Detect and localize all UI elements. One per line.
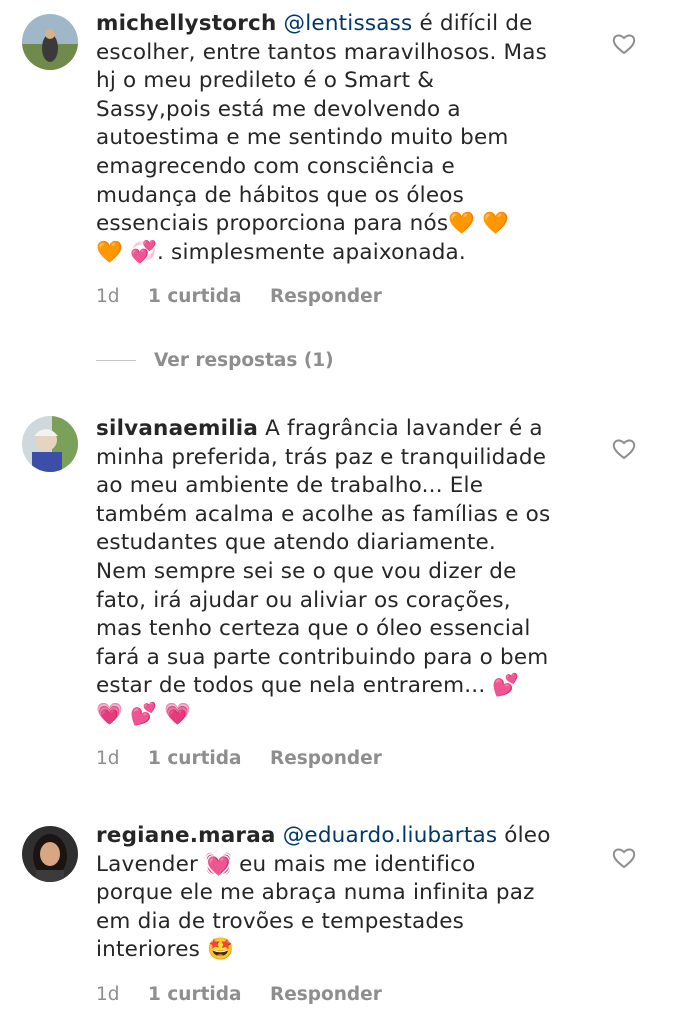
- reply-divider-line: [96, 360, 136, 361]
- like-heart-icon[interactable]: [612, 438, 636, 460]
- avatar[interactable]: [22, 416, 78, 472]
- username[interactable]: silvanaemilia: [96, 416, 258, 441]
- like-count[interactable]: 1 curtida: [148, 286, 270, 307]
- comment-meta: 1d 1 curtida Responder: [96, 984, 382, 1005]
- timestamp: 1d: [96, 984, 120, 1005]
- username[interactable]: michellystorch: [96, 11, 276, 36]
- comment-text: michellystorch @lentissass é difícil de …: [96, 10, 606, 267]
- mention-link[interactable]: @lentissass: [284, 11, 413, 36]
- comment-text: regiane.maraa @eduardo.liubartas óleo La…: [96, 822, 606, 965]
- view-replies-button[interactable]: Ver respostas (1): [96, 350, 334, 371]
- username[interactable]: regiane.maraa: [96, 823, 276, 848]
- like-count[interactable]: 1 curtida: [148, 984, 270, 1005]
- comment-meta: 1d 1 curtida Responder: [96, 748, 382, 769]
- comment-body: A fragrância lavander é a minha preferid…: [96, 416, 551, 727]
- avatar[interactable]: [22, 826, 78, 882]
- reply-button[interactable]: Responder: [270, 286, 382, 307]
- comment-meta: 1d 1 curtida Responder: [96, 286, 382, 307]
- avatar[interactable]: [22, 14, 78, 70]
- reply-button[interactable]: Responder: [270, 748, 382, 769]
- view-replies-label[interactable]: Ver respostas (1): [154, 350, 334, 371]
- comment-text: silvanaemilia A fragrância lavander é a …: [96, 415, 606, 730]
- timestamp: 1d: [96, 286, 120, 307]
- mention-link[interactable]: @eduardo.liubartas: [283, 823, 498, 848]
- like-heart-icon[interactable]: [612, 847, 636, 869]
- comment-body: é difícil de escolher, entre tantos mara…: [96, 11, 548, 265]
- timestamp: 1d: [96, 748, 120, 769]
- like-count[interactable]: 1 curtida: [148, 748, 270, 769]
- like-heart-icon[interactable]: [612, 33, 636, 55]
- reply-button[interactable]: Responder: [270, 984, 382, 1005]
